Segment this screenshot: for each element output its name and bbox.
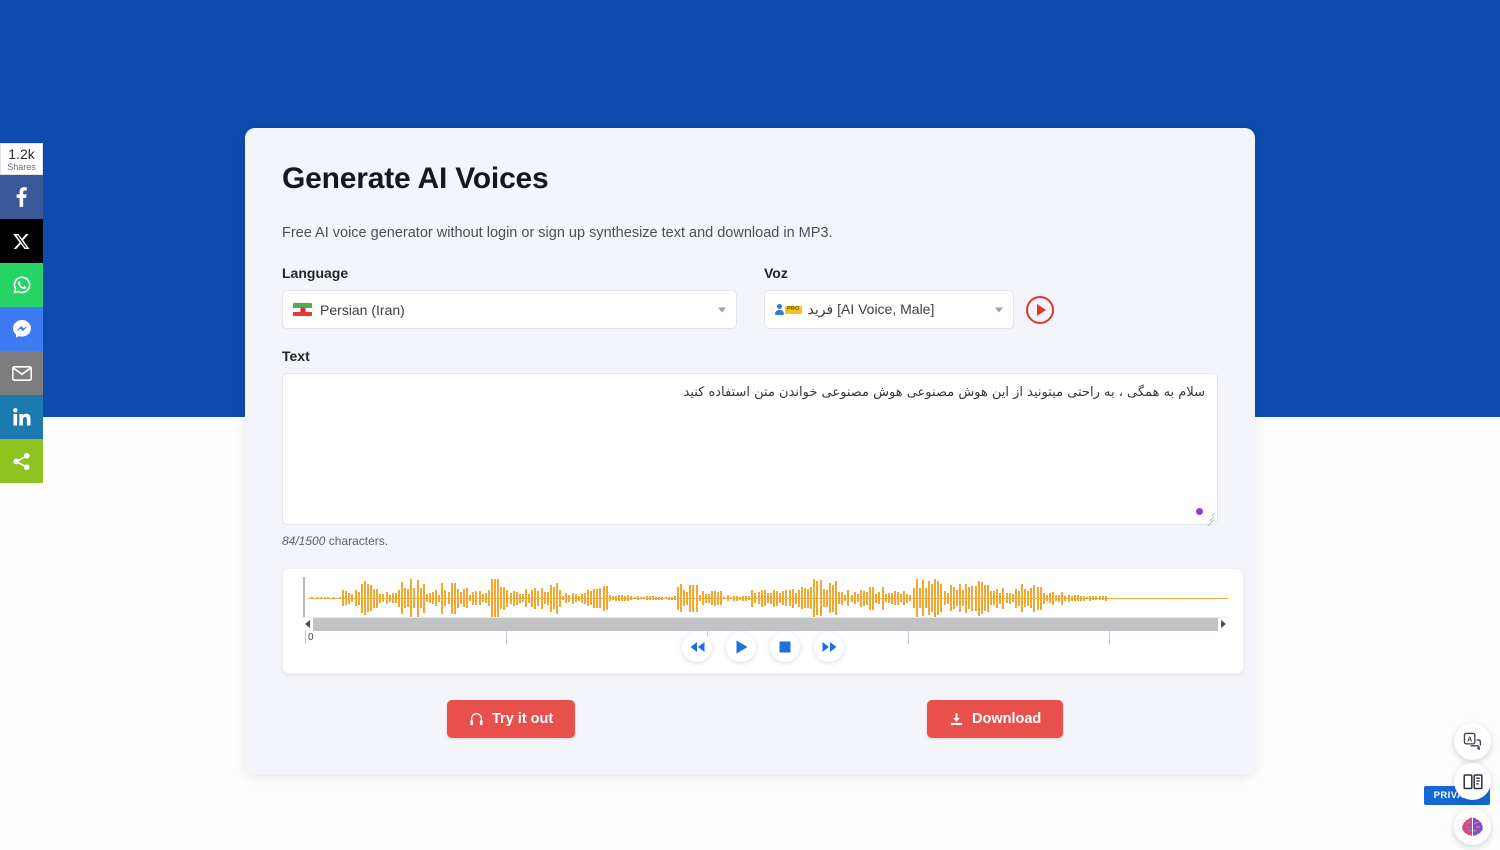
text-field: Text سلام به همگی ، به راحتی میتونید از … [282, 348, 1218, 548]
action-buttons: Try it out Download [282, 700, 1218, 740]
voice-select[interactable]: PRO فرید [AI Voice, Male] [764, 290, 1014, 330]
scroll-right-icon[interactable] [1221, 620, 1226, 629]
voice-selected-value: فرید [AI Voice, Male] [807, 301, 935, 318]
pro-badge-label: PRO [785, 305, 802, 315]
language-selected-value: Persian (Iran) [320, 301, 405, 318]
character-counter-suffix: characters. [325, 534, 389, 549]
waveform-scrollbar[interactable] [303, 617, 1228, 632]
reader-button[interactable] [1454, 763, 1491, 800]
share-email[interactable] [0, 351, 43, 395]
rewind-icon [690, 642, 704, 653]
generator-card: Generate AI Voices Free AI voice generat… [245, 128, 1255, 775]
audio-player: 0 [282, 568, 1244, 675]
voice-label: Voz [764, 265, 788, 282]
language-field: Language Persian (Iran) [282, 265, 737, 330]
forward-button[interactable] [814, 632, 844, 663]
share-x[interactable] [0, 219, 43, 263]
email-icon [11, 365, 32, 381]
try-it-out-label: Try it out [492, 711, 554, 728]
text-input[interactable]: سلام به همگی ، به راحتی میتونید از این ه… [282, 373, 1218, 527]
share-facebook[interactable] [0, 175, 43, 219]
translate-icon: A [1463, 732, 1482, 751]
play-preview-icon[interactable] [1026, 295, 1054, 324]
share-count-label: Shares [7, 161, 36, 172]
download-icon [949, 712, 964, 727]
resize-handle-icon[interactable] [1203, 510, 1215, 527]
language-select[interactable]: Persian (Iran) [282, 290, 737, 330]
linkedin-icon [12, 408, 30, 426]
chevron-down-icon [718, 307, 726, 313]
language-label: Language [282, 265, 349, 282]
character-counter-value: 84/1500 [282, 534, 326, 549]
brain-button[interactable] [1454, 808, 1491, 845]
share-whatsapp[interactable] [0, 263, 43, 307]
selectors-row: Language Persian (Iran) Voz PRO فرید [AI… [282, 265, 1218, 330]
play-button[interactable] [726, 632, 756, 663]
book-reader-icon [1462, 773, 1483, 789]
x-twitter-icon [13, 233, 30, 249]
facebook-icon [16, 187, 27, 207]
waveform-bars [308, 577, 1228, 619]
svg-text:A: A [1467, 736, 1472, 744]
messenger-icon [12, 320, 31, 338]
share-count-value: 1.2k [8, 145, 35, 162]
voice-row: PRO فرید [AI Voice, Male] [764, 290, 1054, 330]
character-counter: 84/1500 characters. [282, 534, 1218, 548]
waveform-axis [303, 577, 305, 618]
share-messenger[interactable] [0, 307, 43, 351]
headphones-icon [469, 712, 484, 727]
forward-icon [822, 642, 836, 653]
iran-flag-icon [293, 303, 312, 317]
chevron-down-icon [995, 307, 1003, 313]
stop-button[interactable] [770, 632, 800, 663]
share-more[interactable] [0, 439, 43, 483]
share-rail: 1.2k Shares [0, 143, 43, 483]
translate-button[interactable]: A [1454, 723, 1491, 760]
status-dot-icon [1196, 508, 1203, 516]
voice-field: Voz PRO فرید [AI Voice, Male] [764, 265, 1054, 330]
stop-icon [779, 641, 791, 653]
waveform[interactable] [303, 577, 1228, 619]
scroll-left-icon[interactable] [305, 620, 310, 629]
download-label: Download [972, 711, 1042, 728]
text-input-value: سلام به همگی ، به راحتی میتونید از این ه… [683, 385, 1205, 401]
page-subtitle: Free AI voice generator without login or… [282, 225, 833, 241]
text-label: Text [282, 348, 310, 365]
brain-icon [1462, 817, 1483, 836]
play-icon [736, 640, 747, 654]
share-linkedin[interactable] [0, 395, 43, 439]
download-button[interactable]: Download [927, 700, 1064, 739]
rewind-button[interactable] [682, 632, 712, 663]
page-title: Generate AI Voices [282, 162, 549, 195]
person-icon: PRO [775, 304, 802, 316]
share-count: 1.2k Shares [0, 143, 43, 175]
whatsapp-icon [13, 276, 30, 294]
share-nodes-icon [13, 452, 30, 470]
page-root: Generate AI Voices Free AI voice generat… [0, 0, 1500, 850]
try-it-out-button[interactable]: Try it out [447, 700, 576, 739]
player-controls [283, 632, 1243, 663]
